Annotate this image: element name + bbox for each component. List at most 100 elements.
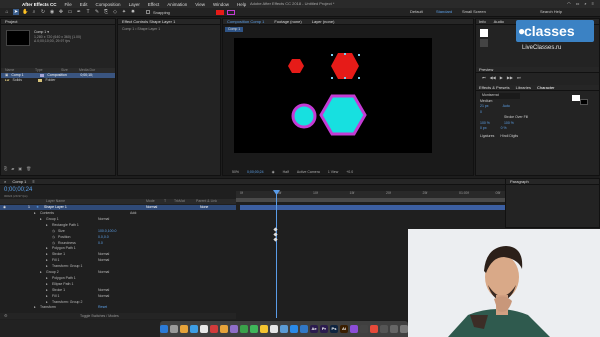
property-row[interactable]: ▸ Ellipse Path 1: [0, 282, 236, 287]
twirl-arrow-icon[interactable]: ◷: [52, 241, 55, 246]
menu-view[interactable]: View: [195, 2, 205, 7]
workspace-default[interactable]: Default: [410, 9, 423, 14]
twirl-arrow-icon[interactable]: ▸: [46, 282, 48, 287]
panel-menu-icon[interactable]: ≡: [32, 179, 34, 184]
app-menu[interactable]: After Effects CC: [22, 2, 57, 7]
property-mode[interactable]: Normal: [98, 252, 109, 257]
dock-app-icon[interactable]: [360, 325, 368, 333]
layer-mode[interactable]: Normal: [146, 205, 157, 210]
views-dropdown[interactable]: 1 View: [328, 170, 338, 174]
dock-app-icon[interactable]: [240, 325, 248, 333]
fill-swatch[interactable]: [215, 9, 224, 15]
col-mode[interactable]: Mode: [146, 199, 155, 204]
twirl-arrow-icon[interactable]: ▸: [46, 246, 48, 251]
timeline-comp-tab[interactable]: Comp 1: [12, 179, 26, 184]
twirl-arrow-icon[interactable]: ▸: [46, 264, 48, 269]
dock-app-icon[interactable]: Ae: [310, 325, 318, 333]
layer-name[interactable]: Shape Layer 1: [44, 205, 67, 210]
property-row[interactable]: ▸ Group 1 Normal: [0, 217, 236, 222]
info-tab[interactable]: Info: [479, 19, 486, 24]
dock-app-icon[interactable]: [290, 325, 298, 333]
leading-field[interactable]: Auto: [503, 104, 510, 110]
label-color-swatch[interactable]: [38, 79, 43, 82]
twirl-arrow-icon[interactable]: ▸: [46, 252, 48, 257]
effects-presets-tab[interactable]: Effects & Presets: [479, 85, 510, 90]
dock-app-icon[interactable]: [260, 325, 268, 333]
twirl-arrow-icon[interactable]: ◷: [52, 229, 55, 234]
workspace-small-screen[interactable]: Small Screen: [462, 9, 486, 14]
dock-app-icon[interactable]: [300, 325, 308, 333]
type-tool-icon[interactable]: T: [85, 9, 91, 15]
red-hexagon-large-shape[interactable]: [331, 53, 359, 79]
menu-window[interactable]: Window: [213, 2, 229, 7]
menu-help[interactable]: Help: [237, 2, 246, 7]
property-row[interactable]: ▸ Polygon Path 1: [0, 246, 236, 251]
selection-tool-icon[interactable]: ➤: [13, 9, 19, 15]
twirl-arrow-icon[interactable]: ▸: [46, 276, 48, 281]
wifi-icon[interactable]: ◠: [567, 1, 571, 6]
col-trackmatte-t[interactable]: T: [164, 199, 166, 204]
stroke-swatch[interactable]: [226, 9, 235, 15]
dock-app-icon[interactable]: [270, 325, 278, 333]
menu-layer[interactable]: Layer: [129, 2, 140, 7]
property-row[interactable]: ▸ Fill 1 Normal: [0, 258, 236, 263]
keyframe[interactable]: [273, 227, 278, 232]
hand-tool-icon[interactable]: ✋: [22, 9, 28, 15]
ligatures-checkbox[interactable]: Ligatures: [480, 134, 494, 140]
viewer-timecode[interactable]: 0;00;00;24: [247, 170, 264, 174]
dock-app-icon[interactable]: [350, 325, 358, 333]
battery-icon[interactable]: ▭: [576, 1, 580, 6]
dock-app-icon[interactable]: [400, 325, 408, 333]
tsume-field[interactable]: 0 %: [501, 126, 507, 132]
twirl-arrow-icon[interactable]: ▸: [46, 294, 48, 299]
property-mode[interactable]: Normal: [98, 294, 109, 299]
dock-app-icon[interactable]: [230, 325, 238, 333]
dock-app-icon[interactable]: Ps: [330, 325, 338, 333]
exposure-value[interactable]: +0.0: [346, 170, 353, 174]
preview-tab[interactable]: Preview: [476, 67, 599, 73]
libraries-tab[interactable]: Libraries: [516, 85, 531, 90]
trash-icon[interactable]: 🗑: [26, 166, 31, 171]
prev-frame-icon[interactable]: ◀◀: [490, 75, 496, 80]
camera-icon[interactable]: ◉: [272, 170, 275, 174]
red-hexagon-small-shape[interactable]: [288, 59, 304, 73]
pan-behind-tool-icon[interactable]: ✥: [58, 9, 64, 15]
cyan-hexagon-shape[interactable]: [319, 94, 367, 136]
dock-app-icon[interactable]: [200, 325, 208, 333]
property-row[interactable]: ▸ Transform Reset: [0, 305, 236, 310]
col-trkmat[interactable]: TrkMat: [174, 199, 185, 204]
property-mode[interactable]: Normal: [98, 288, 109, 293]
workspace-standard[interactable]: Standard: [436, 9, 452, 14]
home-tool-icon[interactable]: ⌂: [4, 9, 10, 15]
puppet-tool-icon[interactable]: ✸: [130, 9, 136, 15]
twirl-arrow-icon[interactable]: ▸: [40, 270, 42, 275]
layer-tab[interactable]: Layer (none): [312, 19, 335, 24]
text-fill-swatch[interactable]: [572, 95, 580, 101]
hindi-digits-checkbox[interactable]: Hindi Digits: [500, 134, 518, 140]
label-color-swatch[interactable]: [40, 74, 45, 77]
baseline-shift-field[interactable]: 0 px: [480, 126, 487, 132]
property-mode[interactable]: Reset: [98, 305, 107, 310]
property-value[interactable]: 0.0,0.0: [98, 235, 109, 240]
twirl-arrow-icon[interactable]: ▸: [34, 211, 36, 216]
project-tab[interactable]: Project: [1, 19, 115, 25]
search-icon[interactable]: ⌕: [584, 1, 586, 6]
camera-dropdown[interactable]: Active Camera: [297, 170, 320, 174]
dock-app-icon[interactable]: [180, 325, 188, 333]
search-help-field[interactable]: Search Help: [540, 9, 562, 14]
keyframe[interactable]: [273, 237, 278, 242]
property-row[interactable]: ◷ Size 100.0,100.0: [0, 229, 236, 234]
property-row[interactable]: ▸ Polygon Path 1: [0, 276, 236, 281]
dock-app-icon[interactable]: [190, 325, 198, 333]
rotate-tool-icon[interactable]: ↻: [40, 9, 46, 15]
next-frame-icon[interactable]: ▶▶: [507, 75, 513, 80]
dock-app-icon[interactable]: [170, 325, 178, 333]
toggle-modes-label[interactable]: Toggle Switches / Modes: [80, 314, 119, 318]
footage-tab[interactable]: Footage (none): [274, 19, 301, 24]
layer-parent[interactable]: None: [200, 205, 208, 210]
col-layer-name[interactable]: Layer Name: [46, 199, 65, 204]
play-icon[interactable]: ▶: [500, 75, 503, 80]
dock-app-icon[interactable]: [210, 325, 218, 333]
property-value[interactable]: 0.0: [98, 241, 103, 246]
paragraph-tab[interactable]: Paragraph: [506, 179, 599, 185]
